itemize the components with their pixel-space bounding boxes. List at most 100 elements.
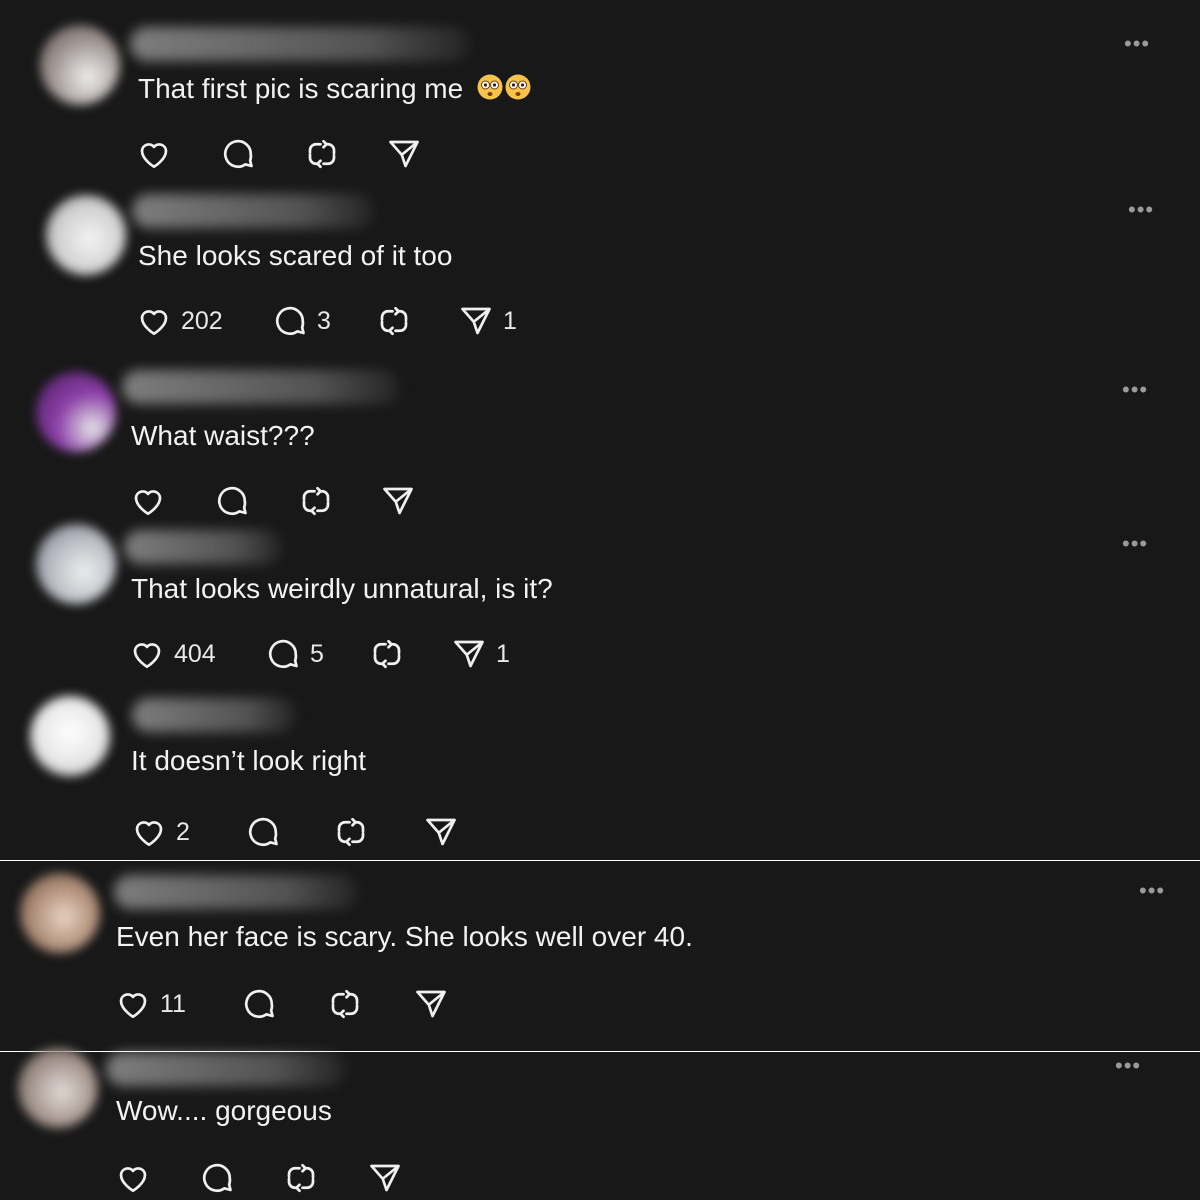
heart-icon	[119, 1167, 147, 1193]
reply-count: 5	[310, 639, 324, 668]
avatar[interactable]	[36, 372, 116, 452]
like-count: 11	[160, 989, 186, 1018]
comment-bubble-icon	[275, 306, 305, 335]
share-count: 1	[503, 306, 517, 335]
more-options-icon[interactable]: •••	[1124, 33, 1150, 55]
send-icon	[454, 640, 484, 668]
repost-button[interactable]	[283, 1160, 367, 1196]
comment-text: That first pic is scaring me	[138, 72, 533, 109]
action-bar: 2	[131, 812, 459, 852]
comment-text: It doesn’t look right	[131, 744, 366, 778]
heart-icon	[133, 643, 161, 669]
heart-icon	[140, 143, 168, 169]
comment-bubble-icon	[268, 639, 298, 668]
avatar[interactable]	[46, 195, 126, 275]
share-button[interactable]	[413, 986, 449, 1022]
username-blurred[interactable]	[130, 27, 470, 61]
share-button[interactable]	[380, 483, 416, 519]
like-button[interactable]: 2	[131, 814, 245, 850]
action-bar	[136, 134, 422, 174]
reply-button[interactable]: 3	[272, 303, 376, 339]
comment-text: Wow.... gorgeous	[116, 1094, 332, 1128]
more-options-icon[interactable]: •••	[1122, 533, 1148, 555]
heart-icon	[134, 490, 162, 516]
more-options-icon[interactable]: •••	[1128, 199, 1154, 221]
comment-text: That looks weirdly unnatural, is it?	[131, 572, 553, 606]
like-button[interactable]	[115, 1160, 199, 1196]
like-button[interactable]: 404	[129, 636, 265, 672]
repost-button[interactable]	[376, 303, 458, 339]
share-button[interactable]: 1	[458, 303, 517, 339]
share-button[interactable]: 1	[451, 636, 510, 672]
avatar[interactable]	[18, 1048, 98, 1128]
more-options-icon[interactable]: •••	[1122, 379, 1148, 401]
avatar[interactable]	[40, 25, 120, 105]
username-blurred[interactable]	[124, 530, 282, 564]
heart-icon	[119, 993, 147, 1019]
reply-count: 3	[317, 306, 331, 335]
action-bar	[115, 1158, 403, 1198]
comment-text-body: That first pic is scaring me	[138, 73, 464, 104]
repost-icon	[287, 1163, 315, 1193]
repost-icon	[337, 817, 365, 847]
reply-button[interactable]	[199, 1160, 283, 1196]
repost-button[interactable]	[333, 814, 423, 850]
action-bar	[130, 481, 416, 521]
like-count: 2	[176, 817, 190, 846]
username-blurred[interactable]	[132, 698, 296, 732]
comment-text: Even her face is scary. She looks well o…	[116, 920, 693, 954]
send-icon	[389, 140, 419, 168]
repost-icon	[302, 486, 330, 516]
like-button[interactable]: 202	[136, 303, 272, 339]
repost-icon	[373, 639, 401, 669]
like-button[interactable]	[136, 136, 220, 172]
avatar[interactable]	[20, 873, 100, 953]
comment-text: She looks scared of it too	[138, 239, 452, 273]
comment-bubble-icon	[248, 817, 278, 846]
repost-icon	[331, 989, 359, 1019]
reply-button[interactable]	[220, 136, 304, 172]
more-options-icon[interactable]: •••	[1115, 1055, 1141, 1077]
comment-text-body: She looks scared of it too	[138, 240, 453, 271]
repost-button[interactable]	[304, 136, 386, 172]
username-blurred[interactable]	[106, 1052, 346, 1086]
reply-button[interactable]	[214, 483, 298, 519]
comment-bubble-icon	[202, 1163, 232, 1192]
avatar[interactable]	[36, 524, 116, 604]
repost-button[interactable]	[298, 483, 380, 519]
like-button[interactable]: 11	[115, 986, 241, 1022]
send-icon	[426, 818, 456, 846]
reply-button[interactable]	[241, 986, 327, 1022]
action-bar: 202 3 1	[136, 301, 517, 341]
send-icon	[383, 487, 413, 515]
action-bar: 11	[115, 984, 449, 1024]
flushed-face-emoji-pair	[477, 73, 533, 109]
username-blurred[interactable]	[122, 370, 400, 404]
comment-bubble-icon	[217, 486, 247, 515]
reply-button[interactable]	[245, 814, 333, 850]
reply-button[interactable]: 5	[265, 636, 369, 672]
repost-icon	[308, 139, 336, 169]
repost-button[interactable]	[327, 986, 413, 1022]
heart-icon	[140, 310, 168, 336]
more-options-icon[interactable]: •••	[1139, 880, 1165, 902]
comment-text-body: What waist???	[131, 420, 315, 451]
send-icon	[370, 1164, 400, 1192]
like-count: 202	[181, 306, 223, 335]
username-blurred[interactable]	[132, 194, 374, 228]
username-blurred[interactable]	[114, 875, 358, 909]
comment-text-body: That looks weirdly unnatural, is it?	[131, 573, 553, 604]
share-count: 1	[496, 639, 510, 668]
share-button[interactable]	[367, 1160, 403, 1196]
send-icon	[416, 990, 446, 1018]
comment-text-body: It doesn’t look right	[131, 745, 367, 776]
send-icon	[461, 307, 491, 335]
action-bar: 404 5 1	[129, 634, 510, 674]
like-button[interactable]	[130, 483, 214, 519]
comment-text: What waist???	[131, 419, 315, 453]
repost-button[interactable]	[369, 636, 451, 672]
heart-icon	[135, 821, 163, 847]
share-button[interactable]	[423, 814, 459, 850]
avatar[interactable]	[30, 696, 110, 776]
share-button[interactable]	[386, 136, 422, 172]
